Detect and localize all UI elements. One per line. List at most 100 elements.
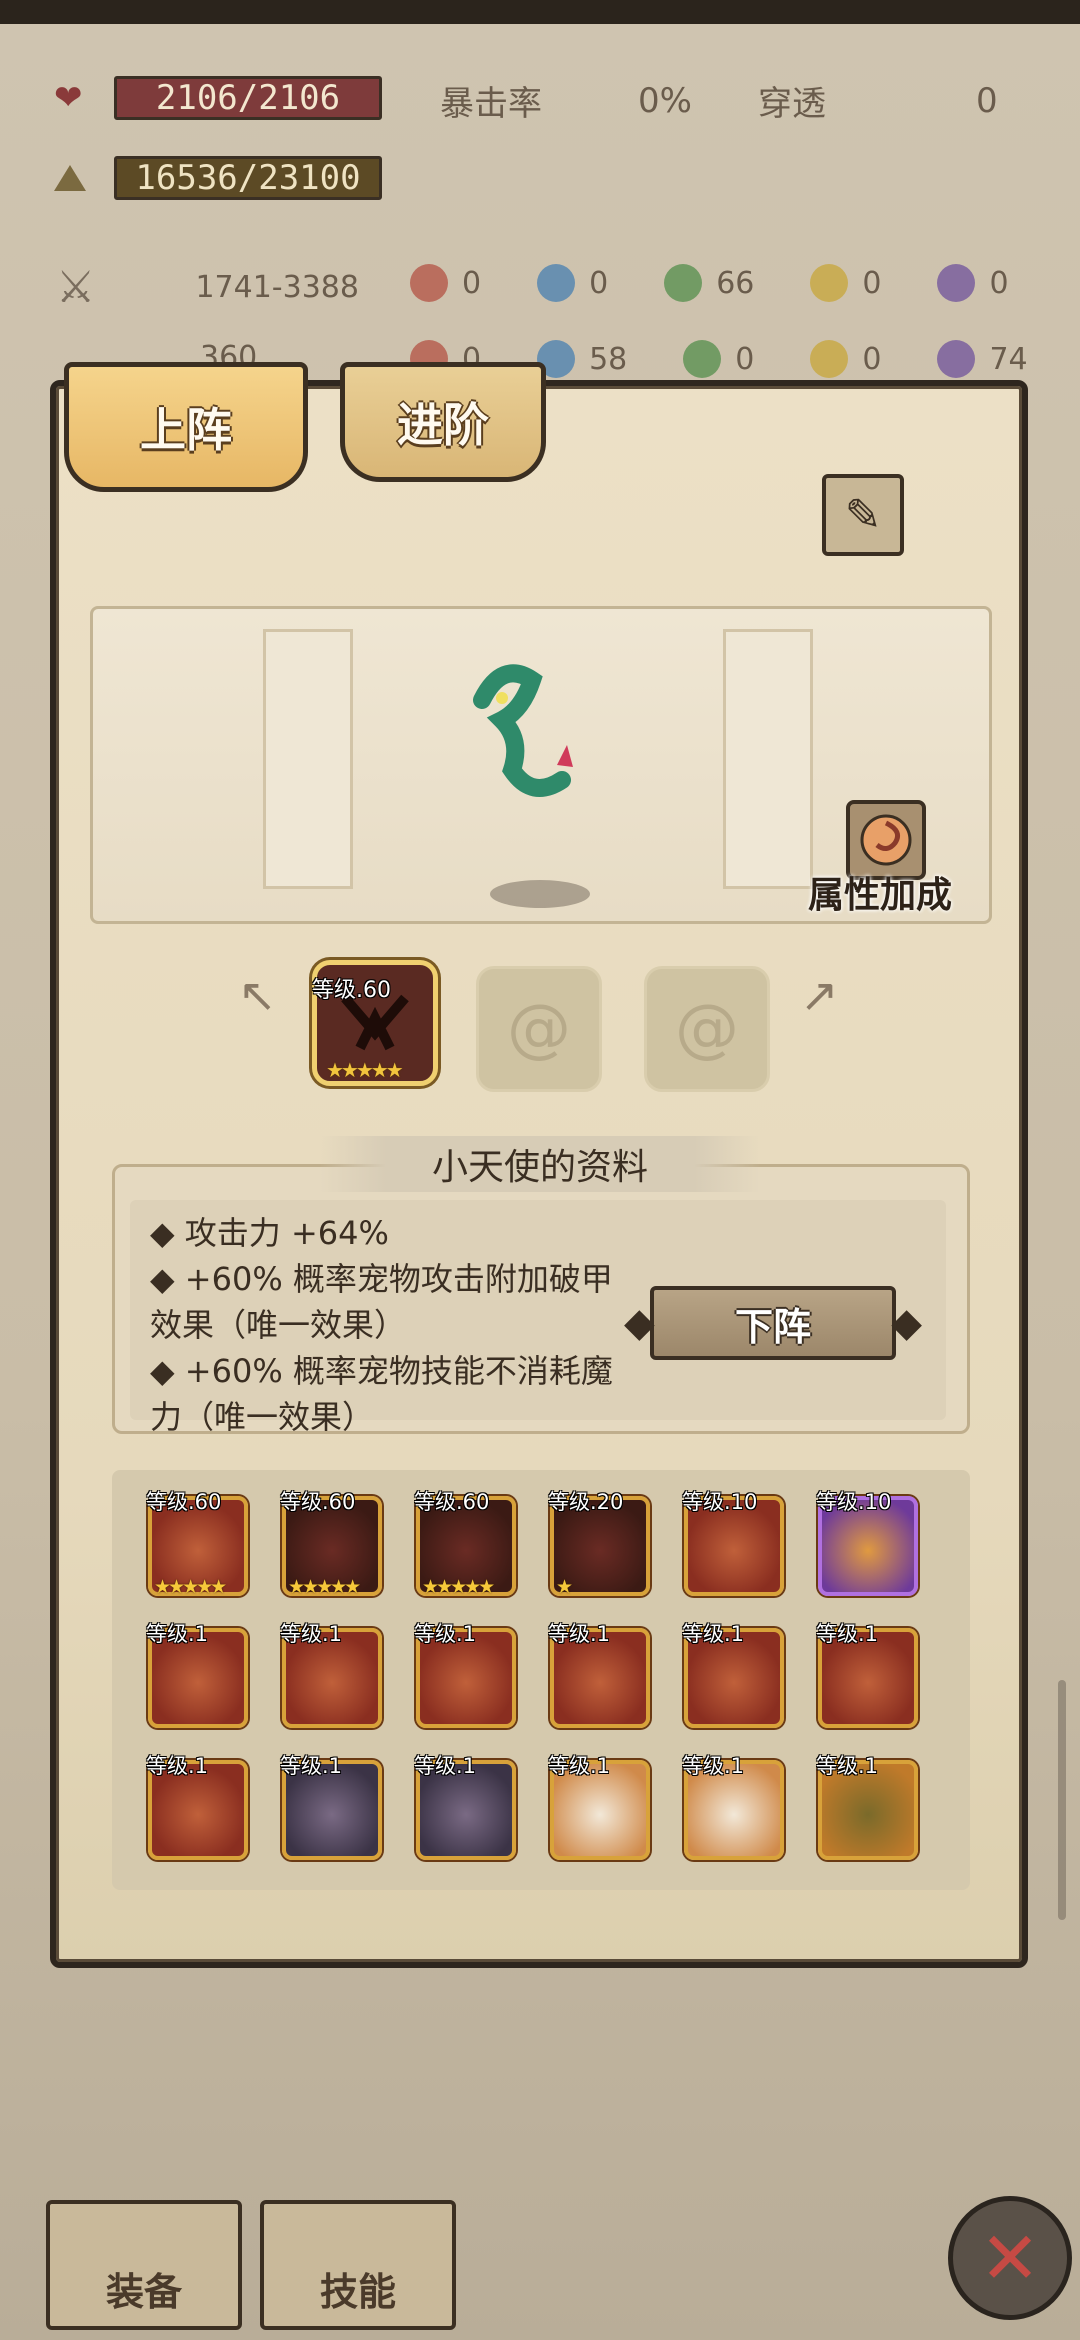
water-value: 0	[589, 265, 609, 301]
def-water-element: 58	[537, 340, 627, 378]
fire-element: 0	[410, 264, 481, 302]
nav-skill-label: 技能	[319, 2270, 396, 2314]
pet-card[interactable]: 等级.1	[280, 1754, 382, 1860]
attack-elements: 0 0 66 0 0	[410, 264, 1009, 302]
pet-stars: ★	[556, 1576, 573, 1598]
pet-stars: ★★★★★	[154, 1576, 227, 1598]
nav-equip-label: 装备	[105, 2270, 182, 2314]
info-title: 小天使的资料	[320, 1136, 760, 1192]
pet-card[interactable]: 等级.1	[414, 1754, 516, 1860]
pet-card[interactable]: 等级.1	[548, 1754, 650, 1860]
attack-value: 1741-3388	[195, 270, 359, 305]
pet-card[interactable]: 等级.1	[682, 1622, 784, 1728]
pet-level: 等级.10	[682, 1490, 758, 1514]
dark-icon	[937, 264, 976, 302]
def-dark-value: 74	[989, 341, 1028, 377]
dark-icon	[937, 340, 976, 378]
pet-card[interactable]: 等级.10	[816, 1490, 918, 1596]
pet-dragon-sprite	[473, 664, 573, 797]
scrollbar[interactable]	[1058, 1680, 1066, 1920]
pet-shadow	[490, 880, 590, 908]
def-wood-value: 0	[735, 341, 755, 377]
fire-value: 0	[462, 265, 482, 301]
pet-level: 等级.1	[682, 1622, 745, 1646]
pet-level: 等级.1	[816, 1622, 879, 1646]
pet-card[interactable]: 等级.1	[816, 1754, 918, 1860]
empty-slot-icon: @	[675, 992, 739, 1066]
scene-pillar	[263, 629, 353, 889]
attr-bonus-label[interactable]: 属性加成	[800, 866, 960, 918]
pet-card[interactable]: 等级.1	[548, 1622, 650, 1728]
light-icon	[810, 264, 849, 302]
pet-level: 等级.10	[816, 1490, 892, 1514]
crit-label: 暴击率	[440, 84, 542, 124]
undeploy-button[interactable]: 下阵	[624, 1286, 922, 1360]
pet-card[interactable]: 等级.1	[146, 1622, 248, 1728]
pet-level: 等级.20	[548, 1490, 624, 1514]
fire-icon	[410, 264, 448, 302]
formation-slot-2[interactable]: @	[476, 966, 602, 1092]
def-light-value: 0	[862, 341, 882, 377]
pet-card[interactable]: 等级.60 ★★★★★	[414, 1490, 516, 1598]
pet-card[interactable]: 等级.60 ★★★★★	[146, 1490, 248, 1598]
pet-level: 等级.60	[280, 1490, 356, 1514]
dark-element: 0	[937, 264, 1009, 302]
close-button[interactable]: ✕	[948, 2196, 1072, 2320]
info-line: ◆ +60% 概率宠物技能不消耗魔	[150, 1352, 613, 1390]
tab-advance[interactable]: 进阶	[340, 362, 546, 482]
brush-icon: ✎	[844, 489, 882, 541]
pet-card[interactable]: 等级.60 ★★★★★	[280, 1490, 382, 1598]
pet-card[interactable]: 等级.20 ★	[548, 1490, 650, 1598]
nav-equip-button[interactable]: 装备	[46, 2200, 242, 2330]
pet-card[interactable]: 等级.1	[414, 1622, 516, 1728]
pet-level: 等级.1	[414, 1754, 477, 1778]
pet-level: 等级.1	[146, 1622, 209, 1646]
pet-level: 等级.1	[146, 1754, 209, 1778]
wood-icon	[683, 340, 722, 378]
light-value: 0	[862, 265, 882, 301]
pet-level: 等级.60	[146, 1490, 222, 1514]
scene-pillar	[723, 629, 813, 889]
info-line: 力（唯一效果）	[150, 1398, 375, 1436]
triangle-icon	[54, 165, 86, 191]
xp-bar: 16536/23100	[114, 156, 382, 200]
pet-level: 等级.60	[414, 1490, 490, 1514]
pierce-label: 穿透	[757, 84, 826, 124]
water-element: 0	[537, 264, 608, 302]
def-wood-element: 0	[683, 340, 754, 378]
pet-level: 等级.1	[548, 1622, 611, 1646]
attack-row: ⚔ 1741-3388	[56, 262, 359, 313]
pet-level: 等级.1	[548, 1754, 611, 1778]
pet-card[interactable]: 等级.1	[816, 1622, 918, 1728]
pet-card[interactable]: 等级.1	[146, 1754, 248, 1860]
hp-row: ❤ 2106/2106	[54, 76, 382, 120]
def-dark-element: 74	[937, 340, 1028, 378]
def-water-value: 58	[589, 341, 628, 377]
pet-stars: ★★★★★	[422, 1576, 495, 1598]
pet-card[interactable]: 等级.1	[280, 1622, 382, 1728]
attr-bonus-icon	[860, 814, 912, 866]
tab-deploy[interactable]: 上阵	[64, 362, 308, 492]
pet-level: 等级.1	[280, 1754, 343, 1778]
pet-level: 等级.1	[414, 1622, 477, 1646]
crit-row: 暴击率 0% 穿透 0	[440, 76, 998, 125]
close-icon: ✕	[979, 2216, 1041, 2300]
info-line: 效果（唯一效果）	[150, 1306, 407, 1344]
brush-button[interactable]: ✎	[822, 474, 904, 556]
def-light-element: 0	[810, 340, 881, 378]
pet-card[interactable]: 等级.1	[682, 1754, 784, 1860]
slot-1-stars: ★★★★★	[326, 1058, 404, 1082]
wood-element: 66	[664, 264, 754, 302]
info-lines: ◆ 攻击力 +64% ◆ +60% 概率宠物攻击附加破甲 效果（唯一效果） ◆ …	[150, 1210, 630, 1440]
pet-level: 等级.1	[816, 1754, 879, 1778]
arrow-left-icon: ↖	[238, 968, 277, 1022]
info-line: ◆ +60% 概率宠物攻击附加破甲	[150, 1260, 613, 1298]
formation-slot-3[interactable]: @	[644, 966, 770, 1092]
heart-icon: ❤	[54, 78, 83, 118]
xp-row: 16536/23100	[54, 156, 382, 200]
pet-level: 等级.1	[280, 1622, 343, 1646]
arrow-right-icon: ↗	[800, 968, 839, 1022]
wood-value: 66	[716, 265, 755, 301]
pet-card[interactable]: 等级.10	[682, 1490, 784, 1596]
nav-skill-button[interactable]: 技能	[260, 2200, 456, 2330]
